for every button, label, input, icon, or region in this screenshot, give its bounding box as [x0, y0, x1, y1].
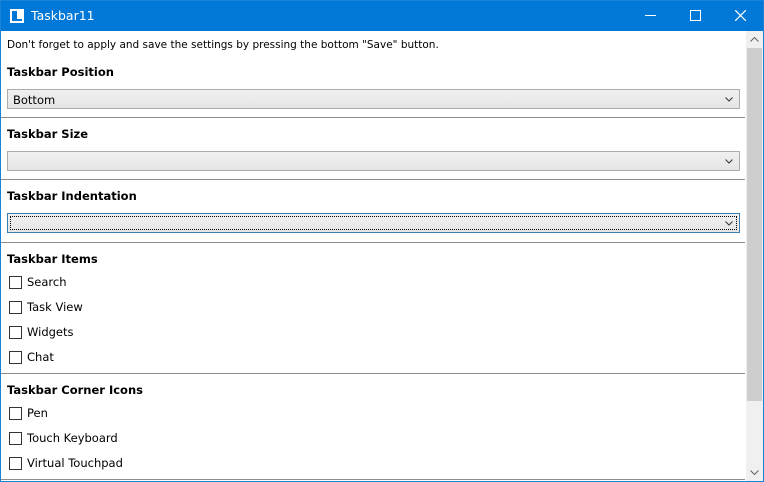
scroll-down-button[interactable] [746, 464, 763, 481]
pen-label: Pen [27, 406, 48, 420]
task-view-label: Task View [27, 300, 83, 314]
maximize-icon [690, 10, 701, 21]
taskbar-position-dropdown[interactable]: Bottom [7, 89, 740, 109]
taskbar-position-value: Bottom [13, 93, 56, 107]
virtual-touchpad-checkbox[interactable] [9, 457, 22, 470]
section-divider [1, 117, 745, 118]
settings-panel: Don't forget to apply and save the setti… [1, 31, 745, 481]
taskbar-size-dropdown[interactable] [7, 151, 740, 171]
virtual-touchpad-label: Virtual Touchpad [27, 456, 123, 470]
scroll-up-button[interactable] [746, 31, 763, 48]
chevron-down-icon [725, 221, 733, 226]
chevron-down-icon [725, 97, 733, 102]
section-divider [1, 479, 745, 480]
app-window: Taskbar11 Don't forget to apply and save… [0, 0, 764, 482]
search-label: Search [27, 275, 67, 289]
close-button[interactable] [718, 1, 763, 31]
taskbar-position-heading: Taskbar Position [7, 65, 114, 79]
vertical-scrollbar[interactable] [746, 31, 763, 481]
section-divider [1, 179, 745, 180]
section-divider [1, 242, 745, 243]
task-view-checkbox[interactable] [9, 301, 22, 314]
chat-checkbox[interactable] [9, 351, 22, 364]
widgets-label: Widgets [27, 325, 74, 339]
chat-label: Chat [27, 350, 54, 364]
minimize-icon [645, 15, 656, 16]
minimize-button[interactable] [628, 1, 674, 31]
chevron-down-icon [750, 470, 759, 475]
touch-keyboard-label: Touch Keyboard [27, 431, 118, 445]
maximize-button[interactable] [673, 1, 719, 31]
section-divider [1, 373, 745, 374]
close-icon [735, 10, 746, 21]
taskbar-items-heading: Taskbar Items [7, 252, 98, 266]
taskbar-indentation-heading: Taskbar Indentation [7, 189, 137, 203]
chevron-down-icon [725, 159, 733, 164]
window-title: Taskbar11 [31, 8, 95, 23]
taskbar-app-icon [10, 9, 24, 23]
title-bar[interactable]: Taskbar11 [1, 1, 763, 31]
taskbar-indentation-dropdown[interactable] [7, 213, 740, 233]
taskbar-corner-icons-heading: Taskbar Corner Icons [7, 383, 143, 397]
save-notice: Don't forget to apply and save the setti… [7, 39, 439, 51]
widgets-checkbox[interactable] [9, 326, 22, 339]
touch-keyboard-checkbox[interactable] [9, 432, 22, 445]
focus-rectangle [10, 216, 737, 230]
scrollbar-thumb[interactable] [747, 48, 762, 401]
pen-checkbox[interactable] [9, 407, 22, 420]
search-checkbox[interactable] [9, 276, 22, 289]
taskbar-size-heading: Taskbar Size [7, 127, 88, 141]
chevron-up-icon [750, 37, 759, 42]
